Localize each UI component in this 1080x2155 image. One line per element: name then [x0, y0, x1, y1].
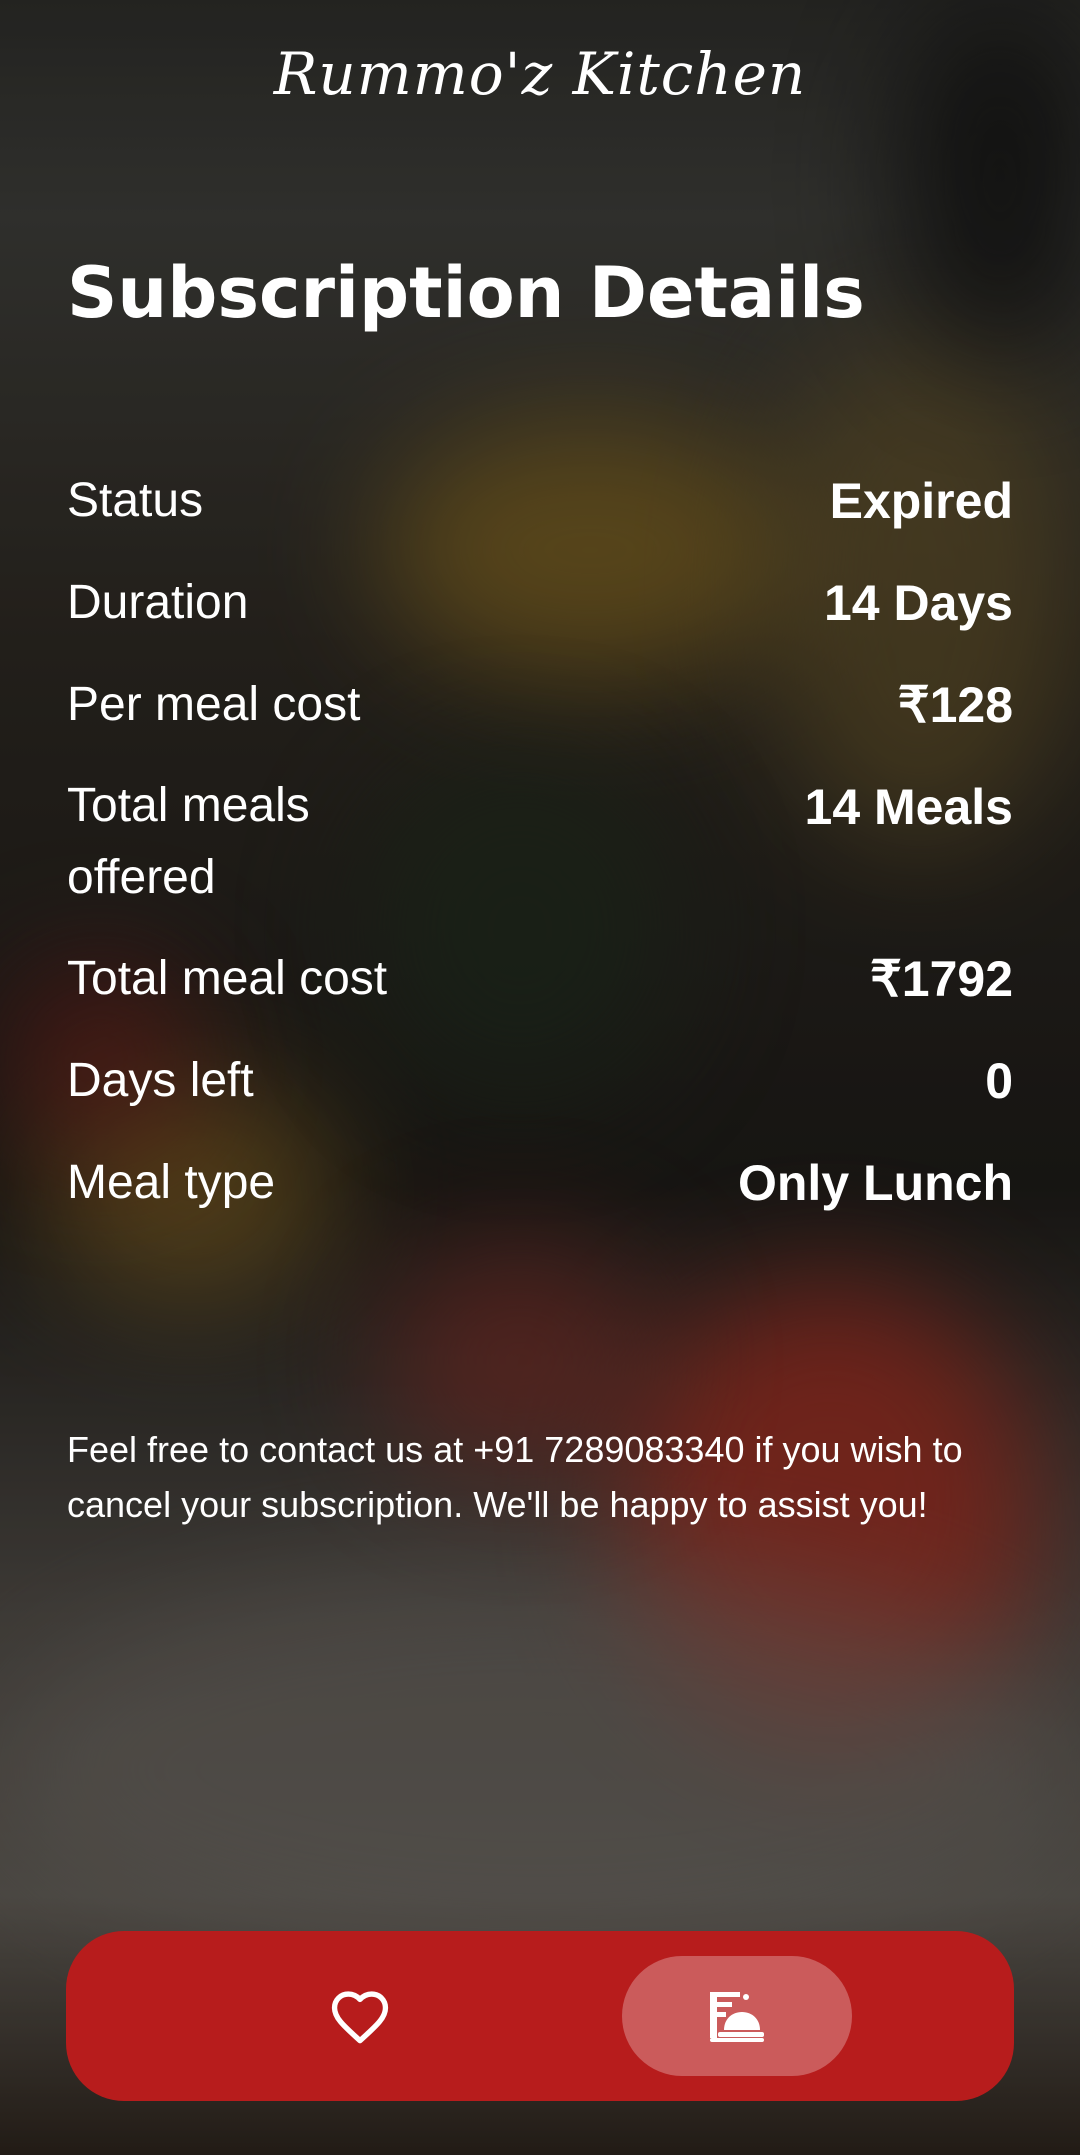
screen-content: Rummo'z Kitchen Subscription Details Sta… — [0, 0, 1080, 2155]
detail-row-total-meals: Total meals offered 14 Meals — [67, 770, 1013, 914]
meal-service-icon — [710, 1992, 764, 2042]
total-meals-value: 14 Meals — [804, 779, 1013, 835]
detail-label: Duration — [67, 576, 249, 629]
detail-row-days-left: Days left 0 — [67, 1044, 1013, 1118]
detail-row-meal-type: Meal type Only Lunch — [67, 1146, 1013, 1220]
days-left-value: 0 — [985, 1053, 1013, 1109]
detail-label: Total meal cost — [67, 952, 388, 1005]
detail-row-per-meal-cost: Per meal cost ₹128 — [67, 668, 1013, 742]
detail-row-total-meal-cost: Total meal cost ₹1792 — [67, 942, 1013, 1016]
page-title: Subscription Details — [67, 252, 865, 334]
meal-type-value: Only Lunch — [738, 1155, 1013, 1211]
brand-logo: Rummo'z Kitchen — [273, 40, 807, 108]
nav-meals-button[interactable] — [622, 1956, 852, 2076]
detail-label: Total meals offered — [67, 779, 310, 904]
detail-label: Per meal cost — [67, 678, 361, 731]
duration-value: 14 Days — [823, 575, 1013, 631]
contact-note: Feel free to contact us at +91 728908334… — [67, 1429, 963, 1525]
subscription-details: Status Expired Duration 14 Days Per meal… — [67, 464, 1013, 1248]
detail-label: Meal type — [67, 1156, 276, 1209]
per-meal-cost-value: ₹128 — [897, 677, 1013, 733]
detail-label: Days left — [67, 1054, 254, 1107]
detail-label: Status — [67, 474, 204, 527]
total-meal-cost-value: ₹1792 — [869, 951, 1013, 1007]
detail-row-duration: Duration 14 Days — [67, 566, 1013, 640]
bottom-navigation — [66, 1931, 1014, 2101]
detail-row-status: Status Expired — [67, 464, 1013, 538]
nav-favorites-button[interactable] — [323, 1980, 397, 2054]
status-value: Expired — [829, 473, 1013, 529]
heart-icon — [331, 1991, 389, 2044]
